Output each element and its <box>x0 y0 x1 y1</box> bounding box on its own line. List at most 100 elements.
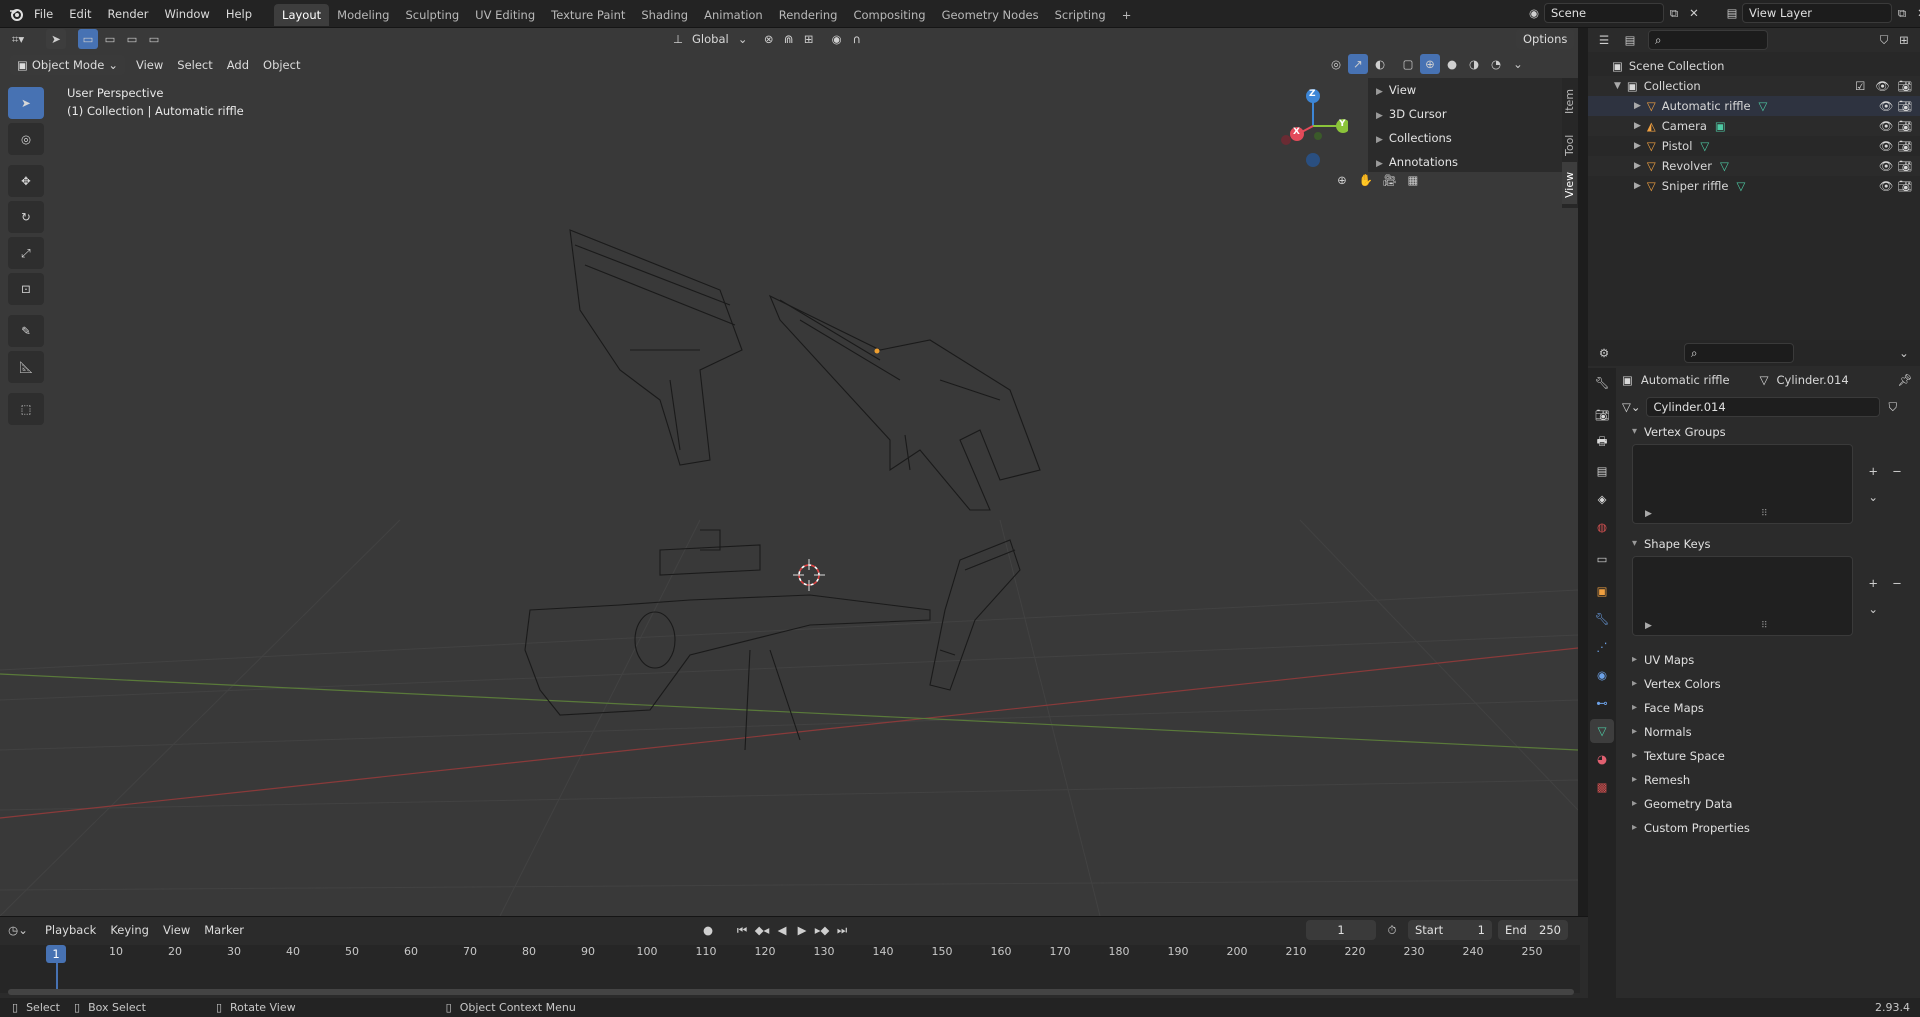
section-vertex-groups[interactable]: Vertex Groups <box>1622 420 1920 444</box>
remove-vertex-group-icon[interactable]: − <box>1887 461 1907 481</box>
resize-handle-icon[interactable]: ⠿ <box>1761 621 1768 631</box>
select-mode-icon[interactable]: ➤ <box>46 29 66 49</box>
remove-shape-key-icon[interactable]: − <box>1887 573 1907 593</box>
playhead[interactable]: 1 <box>46 945 66 963</box>
tab-tool[interactable]: Tool <box>1562 120 1577 162</box>
outliner-search-input[interactable]: ⌕ <box>1648 30 1768 50</box>
tree-item-pistol[interactable]: ▶ ▽ Pistol ▽ 👁︎ 📷︎ <box>1588 136 1920 156</box>
tab-shading[interactable]: Shading <box>633 4 696 26</box>
xray-icon[interactable]: ▢ <box>1398 54 1418 74</box>
object-properties-icon[interactable]: ▣ <box>1590 579 1614 603</box>
tab-view[interactable]: View <box>1562 162 1577 204</box>
shape-keys-list[interactable]: ▶ ⠿ <box>1632 556 1854 636</box>
world-properties-icon[interactable]: ◍ <box>1590 515 1614 539</box>
filter-icon[interactable]: ⛉ <box>1874 30 1894 50</box>
menu-object[interactable]: Object <box>256 54 307 76</box>
menu-view[interactable]: View <box>129 54 170 76</box>
section-uv-maps[interactable]: UV Maps <box>1622 648 1920 672</box>
eye-icon[interactable]: 👁︎ <box>1879 139 1894 153</box>
section-normals[interactable]: Normals <box>1622 720 1920 744</box>
add-shape-key-icon[interactable]: + <box>1863 573 1883 593</box>
material-properties-icon[interactable]: ◕ <box>1590 747 1614 771</box>
chevron-down-icon[interactable]: ⌄ <box>733 29 753 49</box>
section-remesh[interactable]: Remesh <box>1622 768 1920 792</box>
particles-properties-icon[interactable]: ⋰ <box>1590 635 1614 659</box>
expand-icon[interactable]: ▼ <box>1614 76 1621 96</box>
scene-field[interactable]: Scene <box>1544 3 1664 23</box>
eye-icon[interactable]: 👁︎ <box>1879 179 1894 193</box>
mesh-data-icon[interactable]: ▽ <box>1759 96 1768 116</box>
eye-icon[interactable]: 👁︎ <box>1879 159 1894 173</box>
transform-orientation-dropdown[interactable]: Global <box>688 32 733 46</box>
section-custom-properties[interactable]: Custom Properties <box>1622 816 1920 840</box>
mode-dropdown[interactable]: ▣ Object Mode ⌄ <box>10 55 125 75</box>
add-vertex-group-icon[interactable]: + <box>1863 461 1883 481</box>
section-shape-keys[interactable]: Shape Keys <box>1622 532 1920 556</box>
mesh-data-icon[interactable]: ▽ <box>1700 136 1709 156</box>
rendered-shading-icon[interactable]: ◔ <box>1486 54 1506 74</box>
visibility-icon[interactable]: ◎ <box>1326 54 1346 74</box>
menu-select[interactable]: Select <box>170 54 219 76</box>
menu-add[interactable]: Add <box>220 54 256 76</box>
camera-render-icon[interactable]: 📷︎ <box>1897 99 1912 113</box>
resize-handle-icon[interactable]: ⠿ <box>1761 509 1768 519</box>
select-invert-icon[interactable]: ▭ <box>144 29 164 49</box>
gizmo-toggle-icon[interactable]: ↗ <box>1348 54 1368 74</box>
shape-key-menu-icon[interactable]: ⌄ <box>1863 599 1883 619</box>
view-layer-properties-icon[interactable]: ▤ <box>1590 459 1614 483</box>
tree-item-scene-collection[interactable]: ▣ Scene Collection <box>1588 56 1920 76</box>
expand-icon[interactable]: ▶ <box>1634 176 1641 196</box>
tab-texture-paint[interactable]: Texture Paint <box>543 4 633 26</box>
texture-properties-icon[interactable]: ▩ <box>1590 775 1614 799</box>
render-properties-icon[interactable]: 📷︎ <box>1590 403 1614 427</box>
mesh-name-field[interactable]: Cylinder.014 <box>1646 397 1881 417</box>
editor-type-icon[interactable]: ⌗▾ <box>8 29 28 49</box>
expand-icon[interactable]: ▶ <box>1634 116 1641 136</box>
camera-data-icon[interactable]: ▣ <box>1715 116 1726 136</box>
options-dropdown[interactable]: Options <box>1516 29 1575 49</box>
camera-render-icon[interactable]: 📷︎ <box>1897 79 1912 93</box>
delete-scene-icon[interactable]: ✕ <box>1684 3 1704 23</box>
outliner-editor-icon[interactable]: ☰ <box>1594 30 1614 50</box>
proportional-edit-icon[interactable]: ◉ <box>827 29 847 49</box>
navigation-gizmo[interactable]: Z Y X <box>1278 88 1350 168</box>
tab-geometry-nodes[interactable]: Geometry Nodes <box>934 4 1047 26</box>
section-geometry-data[interactable]: Geometry Data <box>1622 792 1920 816</box>
add-workspace-button[interactable]: + <box>1114 4 1140 26</box>
camera-render-icon[interactable]: 📷︎ <box>1897 139 1912 153</box>
modifier-properties-icon[interactable]: 🔧︎ <box>1590 607 1614 631</box>
select-new-icon[interactable]: ▭ <box>78 29 98 49</box>
npanel-section-3d-cursor[interactable]: ▶ 3D Cursor <box>1368 102 1562 126</box>
view-layer-field[interactable]: View Layer <box>1742 3 1892 23</box>
material-shading-icon[interactable]: ◑ <box>1464 54 1484 74</box>
tree-item-sniper-riffle[interactable]: ▶ ▽ Sniper riffle ▽ 👁︎ 📷︎ <box>1588 176 1920 196</box>
tree-item-camera[interactable]: ▶ ◭ Camera ▣ 👁︎ 📷︎ <box>1588 116 1920 136</box>
checkbox-icon[interactable]: ☑ <box>1855 79 1865 93</box>
cursor-tool[interactable]: ◎ <box>8 123 44 155</box>
tab-layout[interactable]: Layout <box>274 4 330 26</box>
mesh-browse-icon[interactable]: ▽⌄ <box>1622 400 1640 414</box>
expand-icon[interactable]: ▶ <box>1634 156 1641 176</box>
select-extend-icon[interactable]: ▭ <box>100 29 120 49</box>
snap-icon[interactable]: ⋒ <box>779 29 799 49</box>
vertex-group-menu-icon[interactable]: ⌄ <box>1863 487 1883 507</box>
tab-compositing[interactable]: Compositing <box>845 4 933 26</box>
menu-help[interactable]: Help <box>218 0 260 28</box>
new-view-layer-icon[interactable]: ⧉ <box>1892 3 1912 23</box>
mesh-data-icon[interactable]: ▽ <box>1736 176 1745 196</box>
new-collection-icon[interactable]: ⊞ <box>1894 30 1914 50</box>
falloff-icon[interactable]: ∩ <box>847 29 867 49</box>
3d-viewport[interactable]: ▣ Object Mode ⌄ View Select Add Object ◎… <box>0 50 1578 916</box>
expand-icon[interactable]: ▶ <box>1634 96 1641 116</box>
section-texture-space[interactable]: Texture Space <box>1622 744 1920 768</box>
pivot-icon[interactable]: ⊗ <box>759 29 779 49</box>
delete-view-layer-icon[interactable]: ✕ <box>1912 3 1920 23</box>
constraints-properties-icon[interactable]: ⊷ <box>1590 691 1614 715</box>
snap-target-icon[interactable]: ⊞ <box>799 29 819 49</box>
select-subtract-icon[interactable]: ▭ <box>122 29 142 49</box>
npanel-section-collections[interactable]: ▶ Collections <box>1368 126 1562 150</box>
camera-render-icon[interactable]: 📷︎ <box>1897 179 1912 193</box>
npanel-section-annotations[interactable]: ▶ Annotations <box>1368 150 1562 174</box>
scene-icon[interactable]: ◉ <box>1524 3 1544 23</box>
tab-uv-editing[interactable]: UV Editing <box>467 4 543 26</box>
